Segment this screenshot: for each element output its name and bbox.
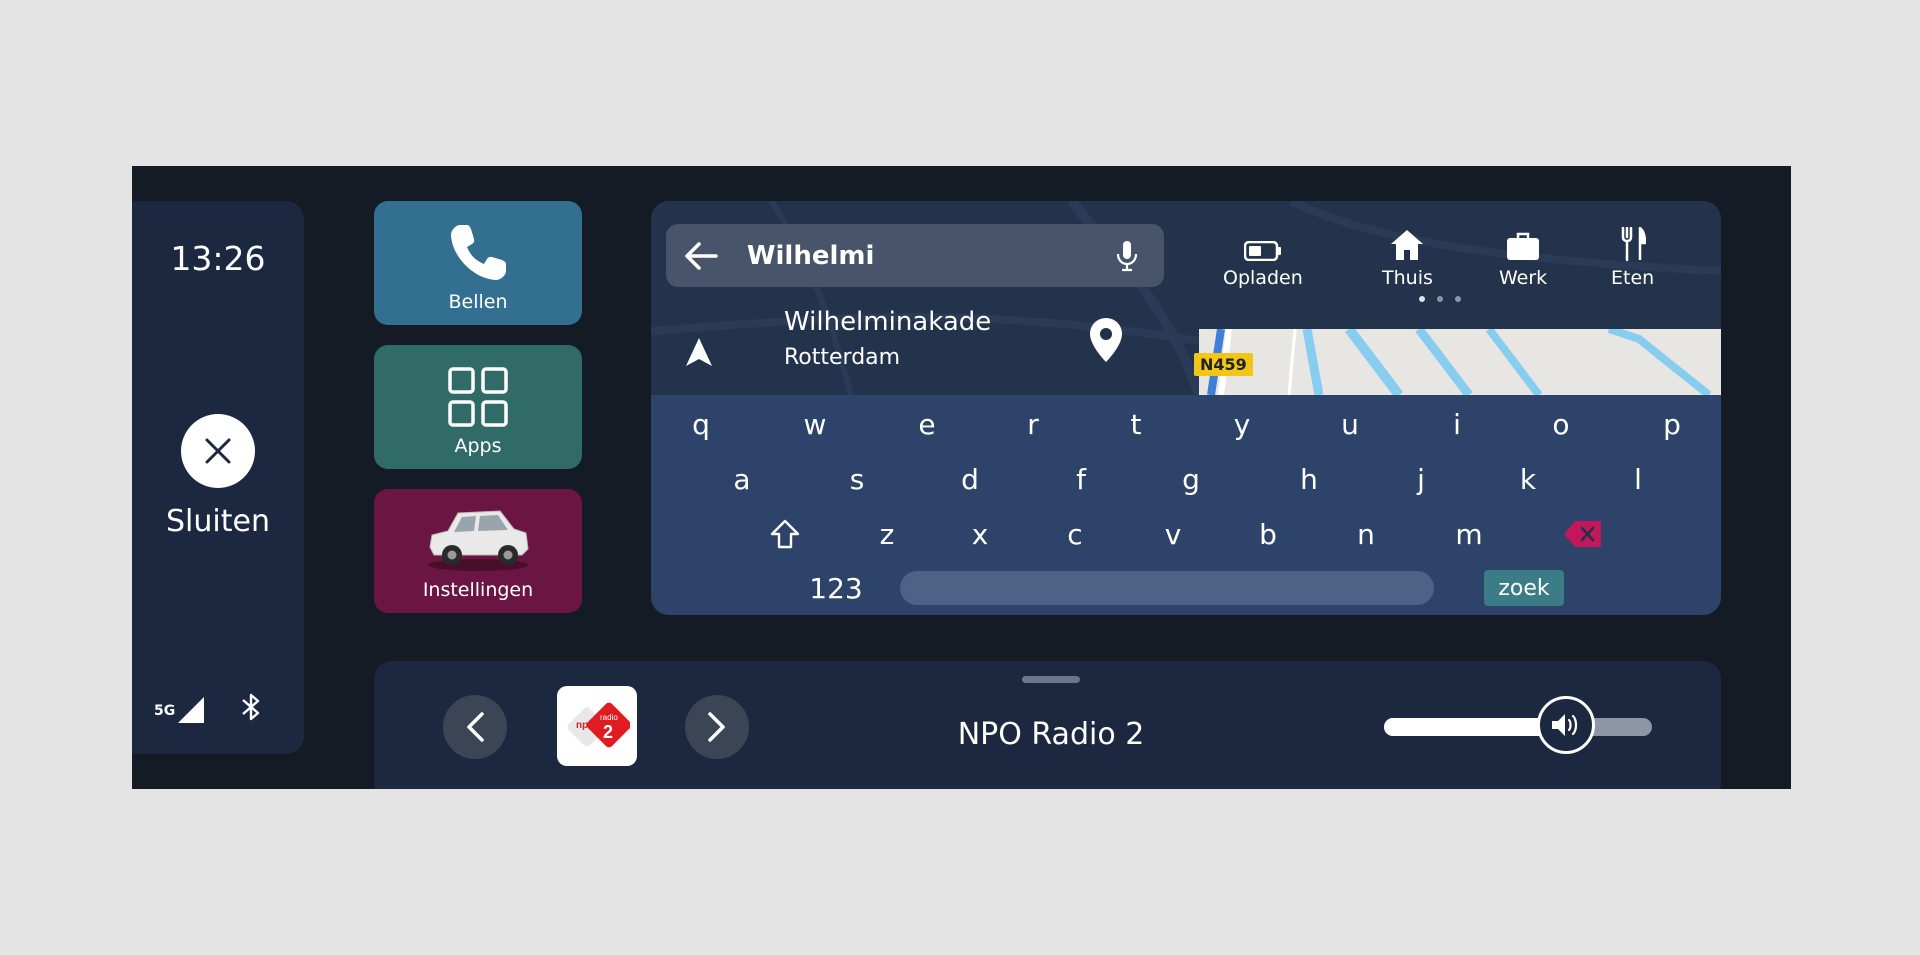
battery-icon [1243, 241, 1281, 261]
station-logo[interactable]: npo radio 2 [557, 686, 637, 766]
quick-thuis[interactable]: Thuis [1382, 223, 1433, 289]
home-icon [1391, 230, 1424, 260]
key-u[interactable]: u [1322, 402, 1378, 446]
page-indicator [1419, 296, 1461, 302]
media-bar: npo radio 2 NPO Radio 2 [374, 661, 1721, 789]
numbers-key[interactable]: 123 [801, 566, 871, 610]
key-q[interactable]: q [673, 402, 729, 446]
result-name: Wilhelminakade [784, 307, 992, 337]
svg-text:radio: radio [600, 713, 618, 722]
map-preview[interactable] [1199, 329, 1721, 395]
clock: 13:26 [170, 239, 266, 278]
close-icon [205, 438, 231, 464]
key-c[interactable]: c [1047, 512, 1103, 556]
shift-icon [770, 519, 800, 549]
key-m[interactable]: m [1441, 512, 1497, 556]
key-f[interactable]: f [1053, 457, 1109, 501]
shift-key[interactable] [757, 512, 813, 556]
back-button[interactable] [680, 234, 723, 278]
station-name: NPO Radio 2 [957, 717, 1145, 752]
apps-tile[interactable]: Apps [374, 345, 582, 469]
chevron-left-icon [467, 712, 484, 742]
bellen-tile[interactable]: Bellen [374, 201, 582, 325]
key-d[interactable]: d [942, 457, 998, 501]
network-type: 5G [154, 703, 176, 719]
drag-handle[interactable] [1022, 676, 1080, 683]
key-i[interactable]: i [1429, 402, 1485, 446]
key-v[interactable]: v [1145, 512, 1201, 556]
key-n[interactable]: n [1338, 512, 1394, 556]
page-dot [1455, 296, 1461, 302]
previous-station-button[interactable] [443, 695, 507, 759]
backspace-icon [1564, 521, 1601, 547]
key-t[interactable]: t [1108, 402, 1164, 446]
svg-text:npo: npo [576, 720, 594, 731]
quick-opladen[interactable]: Opladen [1223, 223, 1303, 289]
page-dot [1437, 296, 1443, 302]
key-y[interactable]: y [1214, 402, 1270, 446]
microphone-icon [1117, 240, 1138, 271]
backspace-key[interactable] [1555, 512, 1611, 556]
key-w[interactable]: w [787, 402, 843, 446]
search-key[interactable]: zoek [1484, 570, 1564, 606]
key-r[interactable]: r [1005, 402, 1061, 446]
navigation-arrow-icon [686, 338, 712, 366]
opladen-label: Opladen [1223, 267, 1303, 289]
bluetooth-icon [242, 693, 260, 721]
quick-werk[interactable]: Werk [1499, 223, 1547, 289]
close-label: Sluiten [166, 504, 270, 539]
location-pin-icon [1090, 318, 1122, 362]
volume-icon [1552, 714, 1578, 736]
road-label: N459 [1194, 353, 1253, 376]
back-arrow-icon [685, 241, 719, 270]
space-key[interactable] [900, 571, 1434, 605]
voice-search-button[interactable] [1113, 240, 1142, 272]
apps-label: Apps [454, 435, 502, 457]
keyboard: q w e r t y u i o p a s d f g h j k l z [651, 395, 1721, 615]
key-p[interactable]: p [1644, 402, 1700, 446]
npo-radio-2-logo: npo radio 2 [567, 702, 630, 748]
key-e[interactable]: e [899, 402, 955, 446]
bluetooth-status[interactable] [240, 691, 262, 727]
key-z[interactable]: z [859, 512, 915, 556]
network-status: 5G [154, 696, 205, 724]
key-g[interactable]: g [1163, 457, 1219, 501]
svg-text:2: 2 [603, 722, 613, 742]
page-dot [1419, 296, 1425, 302]
close-button[interactable] [181, 414, 255, 488]
signal-icon [178, 697, 205, 723]
key-k[interactable]: k [1500, 457, 1556, 501]
chevron-right-icon [708, 712, 725, 742]
volume-slider[interactable] [1384, 718, 1652, 736]
search-input[interactable] [744, 239, 1113, 272]
instellingen-tile[interactable]: Instellingen [374, 489, 582, 613]
key-a[interactable]: a [714, 457, 770, 501]
volume-knob[interactable] [1537, 696, 1596, 754]
key-b[interactable]: b [1240, 512, 1296, 556]
thuis-label: Thuis [1382, 267, 1433, 289]
key-o[interactable]: o [1533, 402, 1589, 446]
briefcase-icon [1507, 232, 1540, 260]
search-result[interactable]: Wilhelminakade Rotterdam [651, 297, 1199, 395]
result-city: Rotterdam [784, 345, 901, 370]
key-j[interactable]: j [1393, 457, 1449, 501]
eten-label: Eten [1611, 267, 1655, 289]
bellen-label: Bellen [448, 291, 508, 313]
key-l[interactable]: l [1610, 457, 1666, 501]
quick-eten[interactable]: Eten [1611, 223, 1654, 289]
status-panel: 13:26 Sluiten 5G [132, 201, 304, 754]
search-box [666, 224, 1164, 287]
next-station-button[interactable] [685, 695, 749, 759]
werk-label: Werk [1499, 267, 1548, 289]
fork-knife-icon [1621, 227, 1646, 261]
phone-icon [451, 225, 506, 280]
navigation-card: N459 Wilhelminakade Rotterdam [651, 201, 1721, 615]
key-x[interactable]: x [952, 512, 1008, 556]
apps-grid-icon [448, 367, 508, 427]
instellingen-label: Instellingen [422, 579, 534, 601]
key-h[interactable]: h [1281, 457, 1337, 501]
car-icon [428, 510, 529, 571]
key-s[interactable]: s [829, 457, 885, 501]
car-display: 13:26 Sluiten 5G Bellen Apps Instellinge… [132, 166, 1791, 789]
